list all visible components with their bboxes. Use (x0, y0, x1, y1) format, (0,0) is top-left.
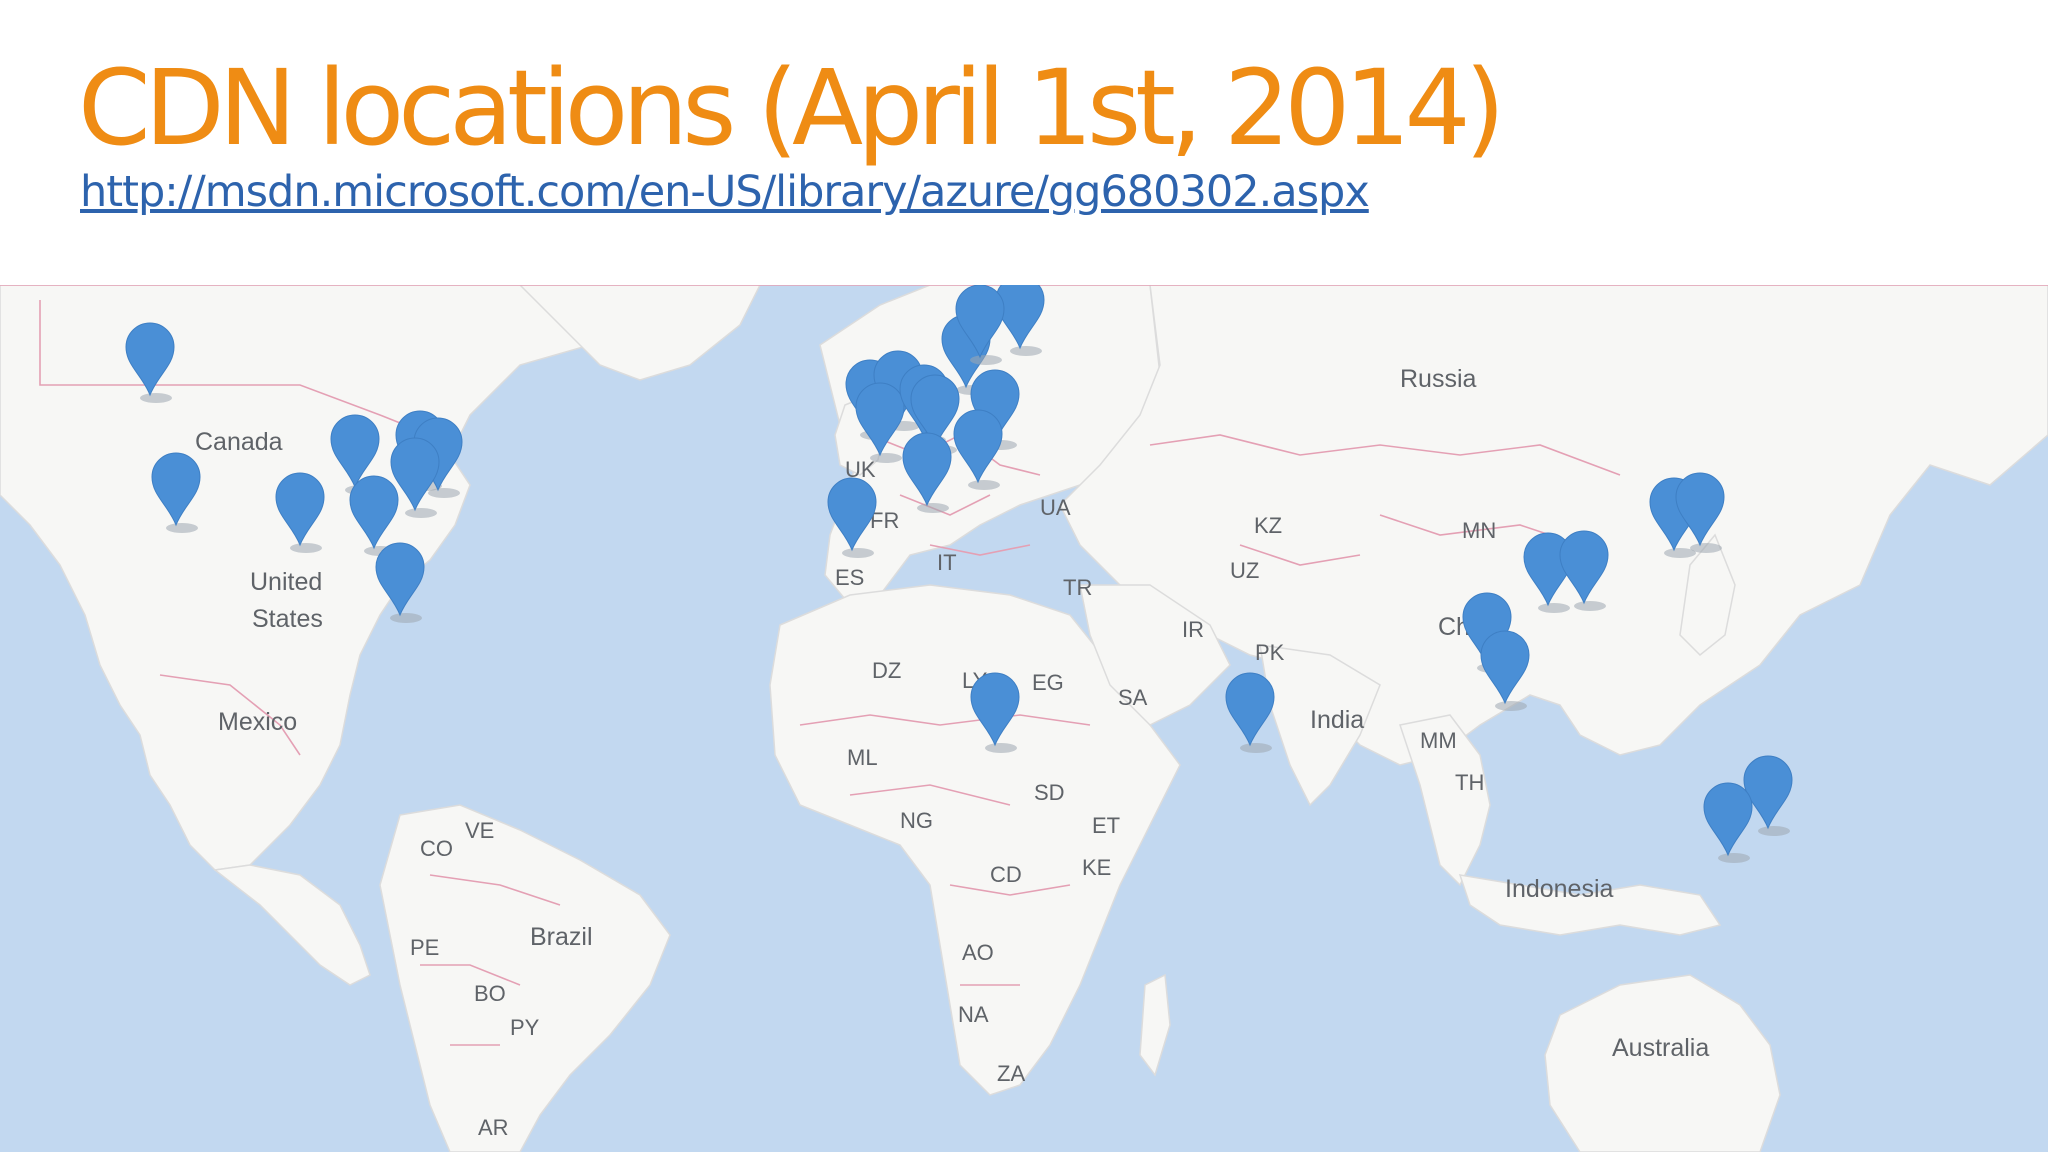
marker-shadow (968, 480, 1000, 490)
central-america (213, 864, 371, 986)
source-link[interactable]: http://msdn.microsoft.com/en-US/library/… (80, 164, 1370, 220)
label-pk: PK (1255, 640, 1285, 665)
label-bo: BO (474, 981, 506, 1006)
marker-shadow (1495, 701, 1527, 711)
label-es: ES (835, 565, 864, 590)
label-ng: NG (900, 808, 933, 833)
label-cd: CD (990, 862, 1022, 887)
label-united: United (250, 568, 322, 596)
map-canvas: Canada United States Mexico Russia China… (0, 285, 2048, 1152)
label-ar: AR (478, 1115, 509, 1140)
map-pin-icon[interactable] (1743, 755, 1793, 836)
marker-shadow (1010, 346, 1042, 356)
label-th: TH (1455, 770, 1484, 795)
label-ve: VE (465, 818, 494, 843)
world-map[interactable]: Canada United States Mexico Russia China… (0, 285, 2048, 1152)
marker-shadow (390, 613, 422, 623)
label-za: ZA (997, 1061, 1025, 1086)
marker-pin[interactable] (1703, 782, 1753, 857)
label-na: NA (958, 1002, 989, 1027)
marker-shadow (985, 743, 1017, 753)
label-india: India (1310, 706, 1364, 734)
marker-shadow (1574, 601, 1606, 611)
marker-shadow (870, 453, 902, 463)
marker-pin[interactable] (1743, 755, 1793, 830)
marker-shadow (917, 503, 949, 513)
label-ao: AO (962, 940, 994, 965)
label-mn: MN (1462, 518, 1496, 543)
marker-shadow (1690, 543, 1722, 553)
marker-shadow (290, 543, 322, 553)
label-ir: IR (1182, 617, 1204, 642)
marker-shadow (140, 393, 172, 403)
label-pe: PE (410, 935, 439, 960)
australia (1544, 974, 1781, 1152)
label-ml: ML (847, 745, 878, 770)
label-kz: KZ (1254, 513, 1282, 538)
label-uz: UZ (1230, 558, 1259, 583)
label-sd: SD (1034, 780, 1065, 805)
label-co: CO (420, 836, 453, 861)
marker-shadow (1538, 603, 1570, 613)
marker-shadow (1240, 743, 1272, 753)
label-mm: MM (1420, 728, 1457, 753)
label-canada: Canada (195, 428, 283, 456)
label-states: States (252, 605, 323, 633)
marker-shadow (1758, 826, 1790, 836)
label-tr: TR (1063, 575, 1092, 600)
label-sa: SA (1118, 685, 1148, 710)
label-ke: KE (1082, 855, 1111, 880)
label-brazil: Brazil (530, 923, 593, 951)
marker-shadow (1718, 853, 1750, 863)
marker-shadow (842, 548, 874, 558)
land-layer (0, 285, 2048, 1152)
label-eg: EG (1032, 670, 1064, 695)
label-mexico: Mexico (218, 708, 297, 736)
label-ua: UA (1040, 495, 1071, 520)
label-dz: DZ (872, 658, 901, 683)
map-pin-icon[interactable] (1225, 672, 1275, 753)
asia (1059, 285, 2048, 766)
label-indonesia: Indonesia (1505, 875, 1614, 903)
marker-shadow (970, 355, 1002, 365)
label-et: ET (1092, 813, 1120, 838)
marker-pin[interactable] (1225, 672, 1275, 747)
label-it: IT (937, 550, 957, 575)
slide-title: CDN locations (April 1st, 2014) (78, 47, 1505, 169)
madagascar (1139, 973, 1171, 1077)
label-russia: Russia (1400, 365, 1477, 393)
label-australia: Australia (1612, 1034, 1709, 1062)
label-py: PY (510, 1015, 540, 1040)
marker-shadow (166, 523, 198, 533)
map-pin-icon[interactable] (1703, 782, 1753, 863)
marker-shadow (428, 488, 460, 498)
marker-shadow (405, 508, 437, 518)
